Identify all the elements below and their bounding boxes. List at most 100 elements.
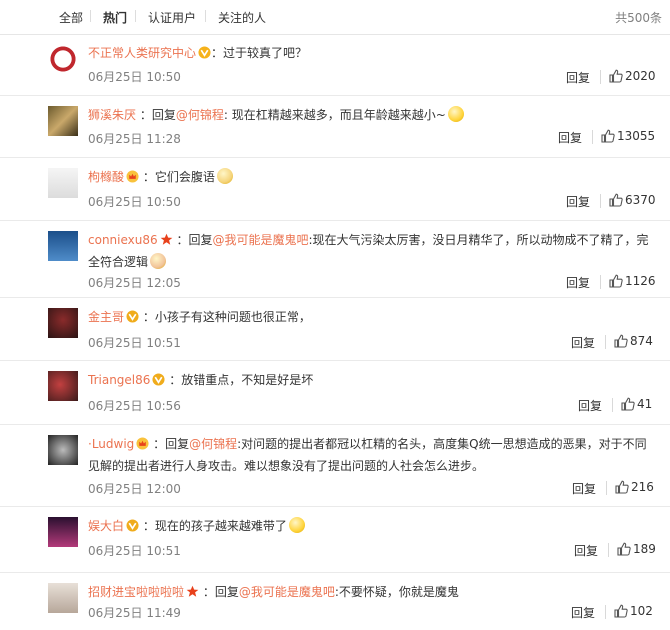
comment-body: 现在的孩子越来越难带了 [154, 519, 287, 533]
mention-link[interactable]: @何锦程 [176, 108, 224, 122]
name-separator: ： [149, 437, 166, 451]
reply-button[interactable]: 回复 [558, 129, 582, 146]
comment-text: 狮溪朱厌 ：回复@何锦程: 现在杠精越来越多，而且年龄越来越小~ [88, 104, 652, 126]
like-button[interactable]: 189 [617, 542, 656, 556]
action-divider [600, 194, 601, 208]
user-avatar[interactable] [48, 371, 78, 401]
reply-button[interactable]: 回复 [571, 334, 595, 351]
comment-text: conniexu86 ：回复@我可能是魔鬼吧:现在大气污染太厉害，没日月精华了，… [88, 229, 652, 273]
comment-item: 枸橼酸 ：它们会腹语 06月25日 10:50 回复 6370 [0, 158, 670, 221]
mention-link[interactable]: @何锦程 [189, 437, 237, 451]
reply-button[interactable]: 回复 [571, 604, 595, 621]
comment-text: 招财进宝啦啦啦啦 ：回复@我可能是魔鬼吧:不要怀疑，你就是魔鬼 [88, 581, 652, 603]
name-separator: ： [139, 310, 155, 324]
like-count: 874 [630, 334, 653, 348]
laugh-emoji [447, 106, 464, 122]
comment-timestamp: 06月25日 10:56 [88, 399, 181, 413]
comment-timestamp: 06月25日 10:50 [88, 70, 181, 84]
user-avatar[interactable] [48, 44, 78, 74]
reply-prefix: 回复 [188, 233, 213, 247]
comment-body: 它们会腹语 [154, 170, 215, 184]
like-button[interactable]: 6370 [609, 193, 656, 207]
user-badge-icon [124, 519, 139, 533]
thumbs-up-icon [615, 480, 629, 494]
comment-item: 招财进宝啦啦啦啦 ：回复@我可能是魔鬼吧:不要怀疑，你就是魔鬼 06月25日 11… [0, 573, 670, 629]
name-separator: ： [172, 233, 189, 247]
comment-body: :不要怀疑，你就是魔鬼 [334, 585, 459, 599]
tab-following[interactable]: 关注的人 [218, 9, 266, 26]
action-divider [606, 481, 607, 495]
username-link[interactable]: 枸橼酸 [88, 170, 124, 184]
comment-text: 娱大白 ：现在的孩子越来越难带了 [88, 515, 652, 537]
thumbs-up-icon [617, 542, 631, 556]
user-avatar[interactable] [48, 583, 78, 613]
tab-hot[interactable]: 热门 [103, 9, 127, 26]
user-avatar[interactable] [48, 106, 78, 136]
reply-button[interactable]: 回复 [566, 69, 590, 86]
comment-text: Triangel86 ：放错重点，不知是好是坏 [88, 369, 652, 391]
user-avatar[interactable] [48, 517, 78, 547]
reply-button[interactable]: 回复 [572, 480, 596, 497]
name-separator: ： [136, 108, 152, 122]
action-divider [600, 275, 601, 289]
reply-button[interactable]: 回复 [578, 397, 602, 414]
like-button[interactable]: 102 [614, 604, 653, 618]
user-badge-icon [150, 373, 165, 387]
sweat-emoji [288, 517, 305, 533]
comment-timestamp: 06月25日 12:00 [88, 482, 181, 496]
reply-button[interactable]: 回复 [566, 274, 590, 291]
name-separator: ： [199, 585, 215, 599]
comment-text: 枸橼酸 ：它们会腹语 [88, 166, 652, 188]
tab-divider [205, 10, 206, 22]
name-separator: ： [165, 373, 182, 387]
username-link[interactable]: 不正常人类研究中心 [88, 46, 196, 60]
user-badge-icon [196, 46, 211, 60]
action-divider [600, 70, 601, 84]
action-divider [592, 130, 593, 144]
thumbs-up-icon [614, 334, 628, 348]
user-badge-icon [184, 585, 199, 599]
username-link[interactable]: 狮溪朱厌 [88, 108, 136, 122]
like-count: 189 [633, 542, 656, 556]
username-link[interactable]: 娱大白 [88, 519, 124, 533]
like-button[interactable]: 2020 [609, 69, 656, 83]
like-button[interactable]: 13055 [601, 129, 655, 143]
thumbs-up-icon [609, 69, 623, 83]
thumbs-up-icon [609, 193, 623, 207]
user-avatar[interactable] [48, 231, 78, 261]
like-button[interactable]: 216 [615, 480, 654, 494]
comment-text: ·Ludwig ：回复@何锦程:对问题的提出者都冠以杠精的名头，高度集Q统一思想… [88, 433, 652, 477]
like-button[interactable]: 874 [614, 334, 653, 348]
username-link[interactable]: 金主哥 [88, 310, 124, 324]
comment-timestamp: 06月25日 12:05 [88, 276, 181, 290]
username-link[interactable]: conniexu86 [88, 233, 158, 247]
comment-item: 狮溪朱厌 ：回复@何锦程: 现在杠精越来越多，而且年龄越来越小~ 06月25日 1… [0, 96, 670, 158]
username-link[interactable]: 招财进宝啦啦啦啦 [88, 585, 184, 599]
like-button[interactable]: 41 [621, 397, 652, 411]
user-avatar[interactable] [48, 435, 78, 465]
reply-prefix: 回复 [151, 108, 176, 122]
mention-link[interactable]: @我可能是魔鬼吧 [212, 233, 308, 247]
cat-emoji [216, 168, 233, 184]
like-count: 1126 [625, 274, 656, 288]
comment-body: 小孩子有这种问题也很正常， [154, 310, 311, 324]
tab-verified-users[interactable]: 认证用户 [148, 9, 196, 26]
comment-timestamp: 06月25日 10:51 [88, 544, 181, 558]
comment-text: 不正常人类研究中心 ：过于较真了吧？ [88, 42, 652, 64]
reply-button[interactable]: 回复 [574, 542, 598, 559]
thumbs-up-icon [614, 604, 628, 618]
like-button[interactable]: 1126 [609, 274, 656, 288]
tab-all[interactable]: 全部 [59, 9, 83, 26]
mention-link[interactable]: @我可能是魔鬼吧 [239, 585, 335, 599]
user-badge-icon [124, 170, 139, 184]
user-avatar[interactable] [48, 308, 78, 338]
reply-button[interactable]: 回复 [566, 193, 590, 210]
comment-item: 金主哥 ：小孩子有这种问题也很正常， 06月25日 10:51 回复 874 [0, 298, 670, 361]
reply-prefix: 回复 [214, 585, 239, 599]
user-avatar[interactable] [48, 168, 78, 198]
username-link[interactable]: ·Ludwig [88, 437, 134, 451]
tab-divider [135, 10, 136, 22]
username-link[interactable]: Triangel86 [88, 373, 150, 387]
comment-timestamp: 06月25日 11:28 [88, 132, 181, 146]
comment-item: conniexu86 ：回复@我可能是魔鬼吧:现在大气污染太厉害，没日月精华了，… [0, 221, 670, 298]
